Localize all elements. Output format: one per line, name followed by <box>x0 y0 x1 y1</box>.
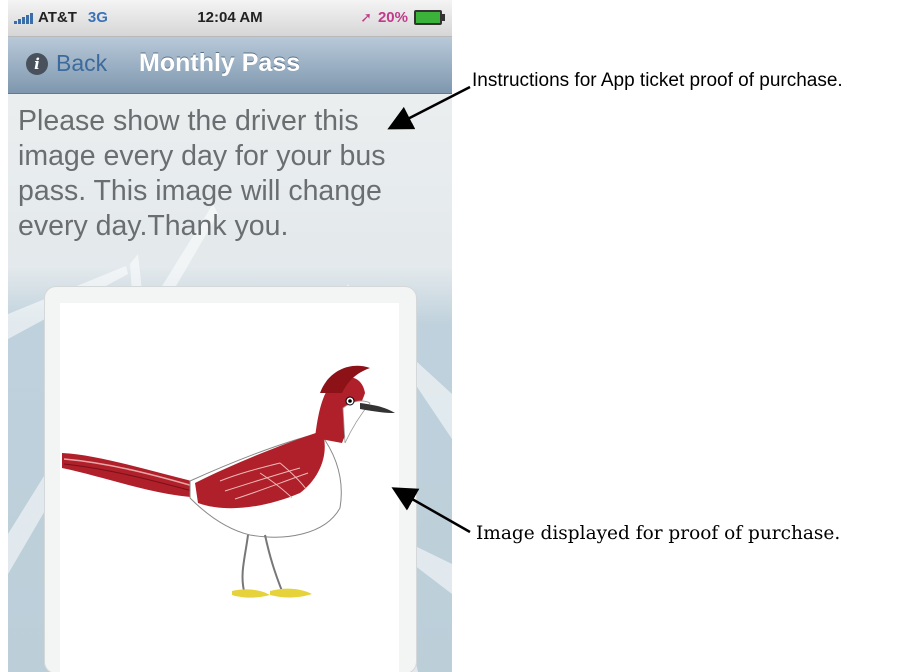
page-title: Monthly Pass <box>139 49 301 77</box>
roadrunner-image <box>62 365 395 598</box>
phone-screenshot: AT&T 3G 12:04 AM ➚ 20% i Back Monthly Pa… <box>8 0 452 672</box>
instruction-text: Please show the driver this image every … <box>18 105 386 242</box>
annotation-instructions-label: Instructions for App ticket proof of pur… <box>472 70 843 91</box>
battery-charging-icon <box>414 10 445 25</box>
back-button[interactable]: i Back <box>26 50 107 77</box>
pass-image-card <box>44 286 417 672</box>
status-right-group: ➚ 20% <box>360 9 445 26</box>
location-arrow-icon: ➚ <box>360 9 372 25</box>
back-label: Back <box>56 50 108 76</box>
navigation-bar: i Back Monthly Pass <box>8 37 452 94</box>
info-icon: i <box>26 52 48 75</box>
status-bar: AT&T 3G 12:04 AM ➚ 20% <box>8 0 452 37</box>
annotation-image-label: Image displayed for proof of purchase. <box>476 523 841 544</box>
pass-content: Please show the driver this image every … <box>8 94 452 672</box>
battery-percent: 20% <box>377 9 408 26</box>
pass-image-frame <box>60 303 399 672</box>
